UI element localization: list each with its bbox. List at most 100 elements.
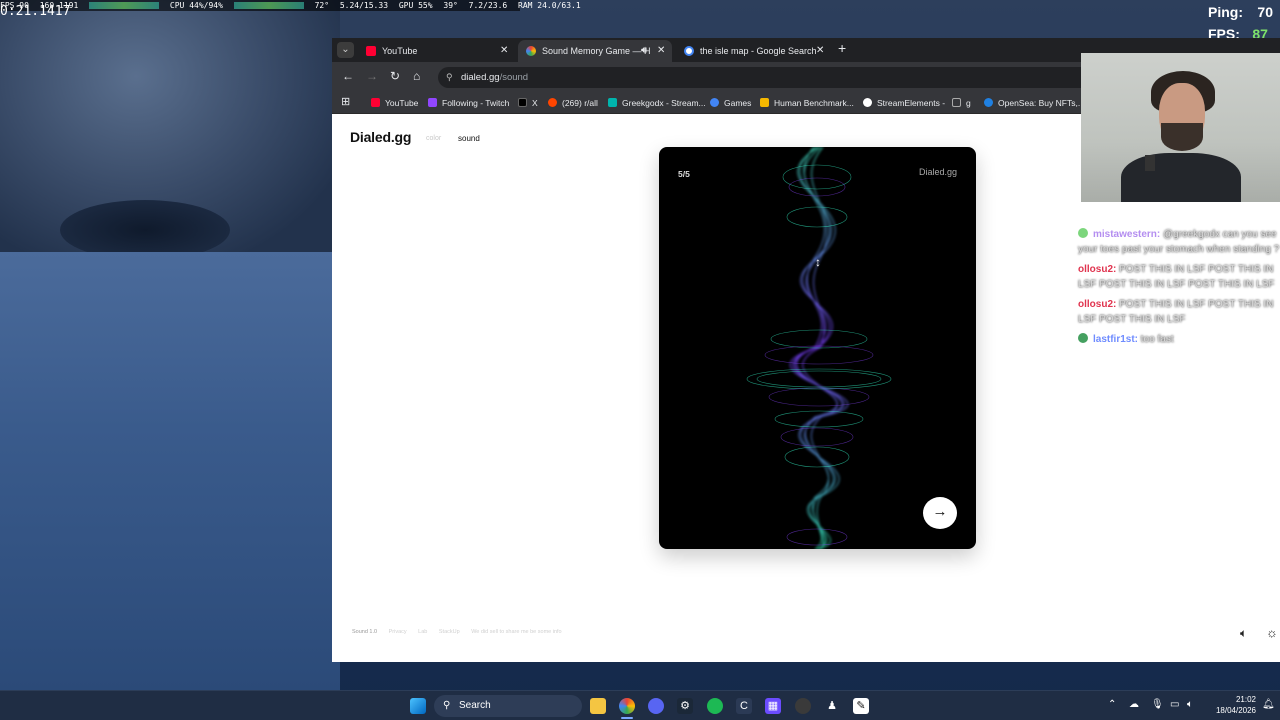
chat-username: ollosu2: xyxy=(1078,299,1117,310)
close-tab-icon[interactable]: ✕ xyxy=(657,40,665,62)
system-clock[interactable]: 21:02 18/04/2026 xyxy=(1206,694,1256,716)
close-tab-icon[interactable]: ✕ xyxy=(816,40,824,62)
cloud-icon[interactable]: ☁ xyxy=(1129,699,1139,710)
notes-app-icon[interactable]: ✎ xyxy=(853,698,869,714)
footer-link-lab[interactable]: Lab xyxy=(418,629,427,635)
search-icon: ⚲ xyxy=(443,700,451,711)
taskbar: ⚲ Search ⚙ C ▦ ♟ ✎ ⌃ ☁ 🎙︎ ▭ 🔈︎ 21:02 18/… xyxy=(0,690,1280,720)
tab-youtube[interactable]: YouTube ✕ xyxy=(358,40,516,62)
speaker-icon[interactable]: 🔊︎ xyxy=(641,40,647,62)
chat-message: mistawestern: @greekgodx can you see you… xyxy=(1078,228,1280,257)
tab-google-search[interactable]: the isle map - Google Search ✕ xyxy=(676,40,828,62)
close-tab-icon[interactable]: ✕ xyxy=(500,40,508,62)
chat-message: ollosu2: POST THIS IN LSF POST THIS IN L… xyxy=(1078,263,1280,292)
tab-search-button[interactable]: ⌄ xyxy=(337,42,354,58)
cpu-graph xyxy=(89,2,160,9)
bookmark-greekgodx[interactable]: Greekgodx - Stream... xyxy=(608,97,706,109)
reload-icon[interactable]: ↻ xyxy=(390,69,400,83)
card-brand: Dialed.gg xyxy=(918,167,957,177)
bookmark-youtube[interactable]: YouTube xyxy=(371,97,418,109)
ping-value: 70 xyxy=(1257,4,1273,20)
new-tab-button[interactable]: + xyxy=(838,40,846,56)
game-card: 5/5 Dialed.gg ↕ → xyxy=(659,147,976,549)
site-info-icon[interactable]: ⚲ xyxy=(446,67,453,88)
twitch-icon xyxy=(428,98,437,107)
streamelements-icon xyxy=(863,98,872,107)
text-cursor-icon: ↕ xyxy=(815,255,821,269)
grid-app-icon[interactable]: ▦ xyxy=(765,698,781,714)
vram-stat: 7.2/23.6 xyxy=(468,1,508,10)
ghost-app-icon[interactable]: ♟ xyxy=(824,698,840,714)
windows-start-icon[interactable] xyxy=(410,698,426,714)
bookmark-x[interactable]: X xyxy=(518,97,538,109)
stream-chat: mistawestern: @greekgodx can you see you… xyxy=(1078,208,1280,354)
footer-version: Sound 1.0 xyxy=(352,629,378,635)
bookmark-games[interactable]: Games xyxy=(710,97,751,109)
wallpaper-cave xyxy=(60,200,230,260)
bookmark-reddit[interactable]: (269) r/all xyxy=(548,97,598,109)
bookmark-twitch[interactable]: Following - Twitch xyxy=(428,97,509,109)
theme-toggle-icon[interactable]: ☼ xyxy=(1266,625,1278,640)
footer-link-privacy[interactable]: Privacy xyxy=(389,629,407,635)
url-host: dialed.gg xyxy=(461,72,500,83)
ping-readout: Ping: 70 xyxy=(1208,4,1273,20)
file-explorer-icon[interactable] xyxy=(590,698,606,714)
notifications-icon[interactable]: 🔔︎ xyxy=(1262,699,1275,710)
bookmark-label: g xyxy=(966,98,971,108)
wallpaper-water xyxy=(0,252,340,692)
network-icon[interactable]: ▭ xyxy=(1170,699,1179,710)
performance-overlay: FPS 90 160 1191 CPU 44%/94% 72° 5.24/15.… xyxy=(0,0,581,11)
bookmark-label: Human Benchmark... xyxy=(774,98,854,108)
streamer-body xyxy=(1121,153,1241,202)
back-icon[interactable]: ← xyxy=(342,69,354,83)
speaker-icon[interactable]: 🔈︎ xyxy=(1187,699,1193,710)
clock-time: 21:02 xyxy=(1235,695,1256,704)
bookmark-streamelements[interactable]: StreamElements - xyxy=(863,97,945,109)
spotify-icon[interactable] xyxy=(707,698,723,714)
next-button[interactable]: → xyxy=(923,497,957,529)
gpu-temp: 39° xyxy=(443,1,458,10)
reddit-icon xyxy=(548,98,557,107)
x-icon xyxy=(518,98,527,107)
chrome-icon xyxy=(526,46,536,56)
footer-note: We did sell to share me be some info xyxy=(471,629,562,635)
bookmark-label: Following - Twitch xyxy=(442,98,510,108)
mode-color-link[interactable]: color xyxy=(426,135,441,142)
chat-message: ollosu2: POST THIS IN LSF POST THIS IN L… xyxy=(1078,298,1280,327)
discord-icon[interactable] xyxy=(648,698,664,714)
taskbar-search[interactable]: ⚲ Search xyxy=(434,695,582,717)
bookmark-folder-g[interactable]: g xyxy=(952,97,971,109)
bookmark-label: OpenSea: Buy NFTs,... xyxy=(998,98,1085,108)
home-icon[interactable]: ⌂ xyxy=(413,69,420,83)
c-app-icon[interactable]: C xyxy=(736,698,752,714)
url-text: dialed.gg/sound xyxy=(461,67,528,88)
mode-sound-link[interactable]: sound xyxy=(458,134,480,143)
forward-icon[interactable]: → xyxy=(366,69,378,83)
bookmark-label: (269) r/all xyxy=(562,98,598,108)
youtube-icon xyxy=(371,98,380,107)
bookmark-human-benchmark[interactable]: Human Benchmark... xyxy=(760,97,854,109)
tray-overflow-icon[interactable]: ⌃ xyxy=(1108,699,1116,710)
tab-sound-memory-game[interactable]: Sound Memory Game — H 🔊︎ ✕ xyxy=(518,40,672,62)
bookmark-opensea[interactable]: OpenSea: Buy NFTs,... xyxy=(984,97,1085,109)
clock-date: 18/04/2026 xyxy=(1215,706,1256,715)
google-icon xyxy=(710,98,719,107)
tab-title: Sound Memory Game — H xyxy=(542,46,651,56)
site-logo[interactable]: Dialed.gg xyxy=(350,129,411,145)
volume-icon[interactable]: 🔈︎ xyxy=(1240,626,1247,641)
sound-waveform xyxy=(746,147,892,549)
gpu-stat: GPU 55% xyxy=(398,1,433,10)
bookmark-label: Greekgodx - Stream... xyxy=(622,98,706,108)
chrome-icon[interactable] xyxy=(619,698,635,714)
streamer-beard xyxy=(1161,123,1203,151)
chat-username: mistawestern: xyxy=(1093,229,1161,240)
microphone-icon[interactable]: 🎙︎ xyxy=(1151,699,1164,710)
apps-grid-icon[interactable]: ⊞ xyxy=(341,96,350,108)
footer-link-stackup[interactable]: StackUp xyxy=(439,629,460,635)
tab-title: YouTube xyxy=(382,46,418,56)
youtube-icon xyxy=(366,46,376,56)
steam-icon[interactable]: ⚙ xyxy=(677,698,693,714)
microphone xyxy=(1145,155,1155,171)
chat-text: too fast xyxy=(1140,334,1174,345)
obs-icon[interactable] xyxy=(795,698,811,714)
